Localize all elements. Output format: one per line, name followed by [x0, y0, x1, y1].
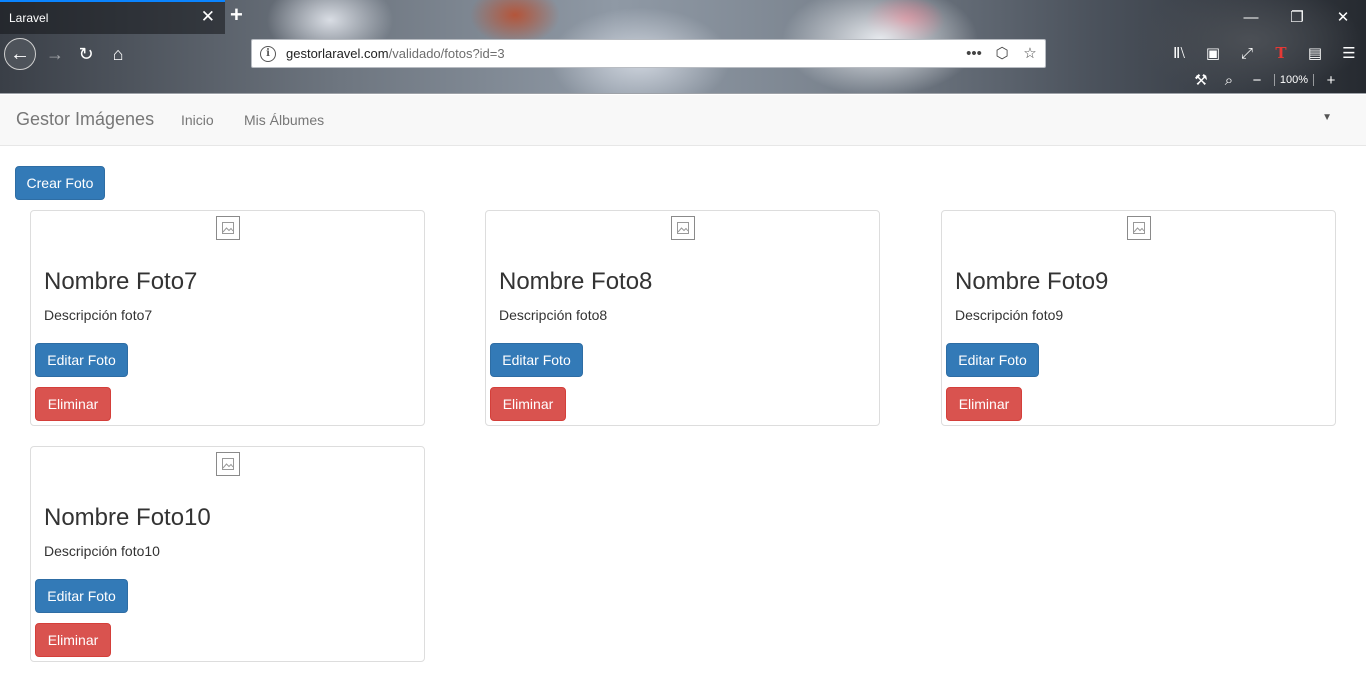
minimize-icon[interactable]: ― [1228, 0, 1274, 34]
broken-image-icon [1127, 216, 1151, 240]
url-text[interactable]: gestorlaravel.com/validado/fotos?id=3 [286, 46, 505, 61]
reload-icon[interactable]: ↻ [74, 42, 98, 66]
app-navbar: Gestor Imágenes Inicio Mis Álbumes ▼ [0, 95, 1366, 146]
menu-icon[interactable]: ☰ [1336, 40, 1362, 66]
edit-photo-button[interactable]: Editar Foto [35, 343, 128, 377]
delete-photo-button[interactable]: Eliminar [946, 387, 1022, 421]
zoom-controls: ⚒ ⌕ − 100% + [1190, 71, 1342, 90]
bookmark-star-icon[interactable]: ☆ [1021, 44, 1039, 62]
close-window-icon[interactable]: ✕ [1320, 0, 1366, 34]
browser-chrome: Laravel ✕ + ― ❐ ✕ ← → ↻ ⌂ i gestorlarave… [0, 0, 1366, 94]
photo-description: Descripción foto10 [44, 543, 160, 559]
restore-icon[interactable]: ❐ [1274, 0, 1320, 34]
url-domain: gestorlaravel.com [286, 46, 389, 61]
url-actions: ••• ⬡ ☆ [965, 44, 1039, 63]
user-dropdown-caret-icon[interactable]: ▼ [1322, 112, 1332, 123]
reader-extension-icon[interactable]: ▤ [1302, 40, 1328, 66]
edit-photo-button[interactable]: Editar Foto [490, 343, 583, 377]
broken-image-icon [216, 452, 240, 476]
create-photo-button[interactable]: Crear Foto [15, 166, 105, 200]
broken-image-icon [216, 216, 240, 240]
photo-card: Nombre Foto10 Descripción foto10 Editar … [30, 446, 425, 662]
browser-toolbar: ← → ↻ ⌂ i gestorlaravel.com/validado/fot… [0, 34, 1366, 94]
tab-close-icon[interactable]: ✕ [201, 8, 215, 26]
window-controls: ― ❐ ✕ [1228, 0, 1366, 34]
page-actions-icon[interactable]: ••• [965, 45, 983, 62]
nav-link-mis-albumes[interactable]: Mis Álbumes [244, 112, 324, 128]
photo-description: Descripción foto8 [499, 307, 608, 323]
zoom-in-icon[interactable]: + [1320, 72, 1342, 89]
zoom-out-icon[interactable]: − [1246, 72, 1268, 89]
photo-card: Nombre Foto9 Descripción foto9 Editar Fo… [941, 210, 1336, 426]
photo-title: Nombre Foto10 [44, 504, 211, 531]
tab-title: Laravel [9, 11, 49, 25]
home-icon[interactable]: ⌂ [106, 42, 130, 66]
url-path: /validado/fotos?id=3 [388, 46, 505, 61]
forward-arrow-icon[interactable]: → [42, 42, 68, 66]
new-tab-button[interactable]: + [230, 4, 243, 26]
photo-title: Nombre Foto8 [499, 268, 653, 295]
zoom-level[interactable]: 100% [1274, 74, 1314, 86]
pocket-icon[interactable]: ⬡ [993, 44, 1011, 62]
photo-title: Nombre Foto7 [44, 268, 198, 295]
zoom-search-icon[interactable]: ⌕ [1218, 72, 1240, 89]
photo-title: Nombre Foto9 [955, 268, 1109, 295]
site-info-icon[interactable]: i [260, 45, 276, 62]
photo-description: Descripción foto9 [955, 307, 1064, 323]
edit-photo-button[interactable]: Editar Foto [946, 343, 1039, 377]
fullscreen-icon[interactable]: ⤢ [1234, 40, 1260, 66]
photo-card: Nombre Foto7 Descripción foto7 Editar Fo… [30, 210, 425, 426]
delete-photo-button[interactable]: Eliminar [35, 623, 111, 657]
toolbar-extensions: Ⅱ⧵ ▣ ⤢ T ▤ ☰ [1166, 40, 1362, 66]
navbar-brand[interactable]: Gestor Imágenes [16, 109, 154, 130]
nav-link-inicio[interactable]: Inicio [181, 112, 214, 128]
delete-photo-button[interactable]: Eliminar [35, 387, 111, 421]
browser-tab[interactable]: Laravel ✕ [0, 0, 225, 34]
photo-card: Nombre Foto8 Descripción foto8 Editar Fo… [485, 210, 880, 426]
address-bar[interactable]: i gestorlaravel.com/validado/fotos?id=3 … [251, 39, 1046, 68]
library-icon[interactable]: Ⅱ⧵ [1166, 40, 1192, 66]
wrench-icon[interactable]: ⚒ [1190, 71, 1212, 89]
edit-photo-button[interactable]: Editar Foto [35, 579, 128, 613]
delete-photo-button[interactable]: Eliminar [490, 387, 566, 421]
sidebar-icon[interactable]: ▣ [1200, 40, 1226, 66]
back-arrow-icon[interactable]: ← [4, 38, 36, 70]
broken-image-icon [671, 216, 695, 240]
photo-description: Descripción foto7 [44, 307, 153, 323]
translate-extension-icon[interactable]: T [1268, 40, 1294, 66]
